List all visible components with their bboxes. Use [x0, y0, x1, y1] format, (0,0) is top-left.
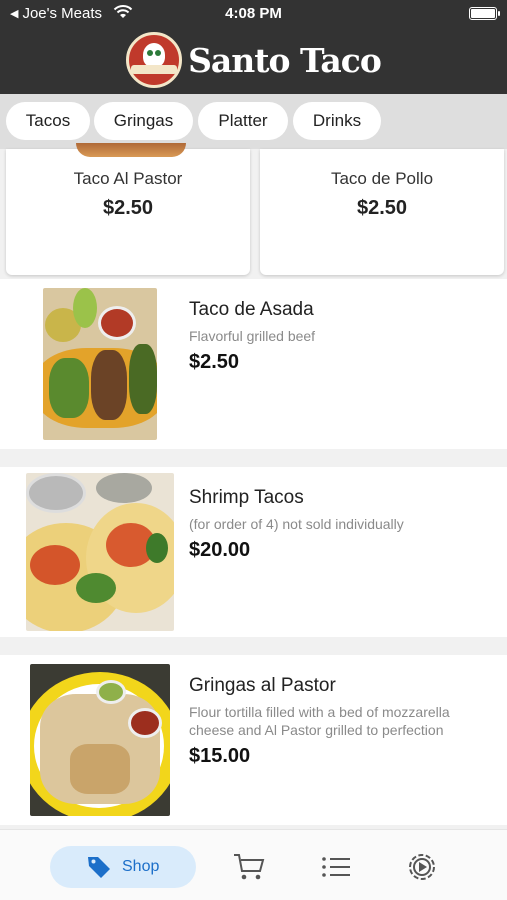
gringas-photo — [30, 664, 170, 816]
status-time: 4:08 PM — [225, 5, 282, 22]
status-bar: ◀ Joe's Meats 4:08 PM — [0, 0, 507, 28]
featured-price: $2.50 — [102, 197, 154, 219]
featured-card-pollo[interactable]: Taco de Pollo $2.50 — [260, 149, 504, 275]
item-description: (for order of 4) not sold individually — [189, 516, 404, 532]
item-description: Flour tortilla filled with a bed of mozz… — [189, 704, 450, 738]
taco-asada-photo — [43, 288, 157, 440]
taco-al-pastor-photo — [76, 143, 186, 157]
featured-name: Taco de Pollo — [330, 169, 434, 188]
menu-item-gringas-al-pastor[interactable]: Gringas al Pastor Flour tortilla filled … — [0, 655, 507, 825]
tab-drinks[interactable]: Drinks — [293, 102, 381, 140]
app-title: Santo Taco — [188, 40, 382, 80]
shrimp-tacos-photo — [26, 473, 174, 631]
bottom-nav: Shop — [0, 829, 507, 900]
item-name: Taco de Asada — [189, 299, 314, 320]
tab-tacos[interactable]: Tacos — [6, 102, 90, 140]
shop-tag-icon — [88, 857, 110, 878]
menu-item-taco-asada[interactable]: Taco de Asada Flavorful grilled beef $2.… — [0, 279, 507, 449]
menu-item-shrimp-tacos[interactable]: Shrimp Tacos (for order of 4) not sold i… — [0, 467, 507, 637]
cart-icon[interactable] — [233, 852, 265, 882]
settings-icon[interactable] — [406, 852, 438, 882]
nav-shop-button[interactable]: Shop — [50, 846, 196, 888]
category-tabs: Tacos Gringas Platter Drinks — [0, 94, 507, 149]
nav-shop-label: Shop — [122, 858, 160, 875]
header-bar: ◀ Joe's Meats 4:08 PM Santo Taco — [0, 0, 507, 94]
featured-price: $2.50 — [356, 197, 408, 219]
brand: Santo Taco — [0, 30, 507, 90]
tab-gringas[interactable]: Gringas — [94, 102, 193, 140]
list-icon[interactable] — [320, 852, 352, 882]
item-name: Shrimp Tacos — [189, 487, 304, 508]
item-price: $2.50 — [189, 351, 240, 373]
item-description: Flavorful grilled beef — [189, 328, 316, 344]
item-price: $15.00 — [189, 745, 251, 767]
featured-card-al-pastor[interactable]: Taco Al Pastor $2.50 — [6, 143, 250, 275]
battery-icon — [469, 7, 500, 20]
app-screen: ◀ Joe's Meats 4:08 PM Santo Taco Tacos G… — [0, 0, 507, 900]
tab-platter[interactable]: Platter — [198, 102, 288, 140]
item-price: $20.00 — [189, 539, 251, 561]
featured-name: Taco Al Pastor — [73, 169, 183, 188]
santo-taco-logo — [126, 32, 183, 88]
item-name: Gringas al Pastor — [189, 675, 336, 696]
